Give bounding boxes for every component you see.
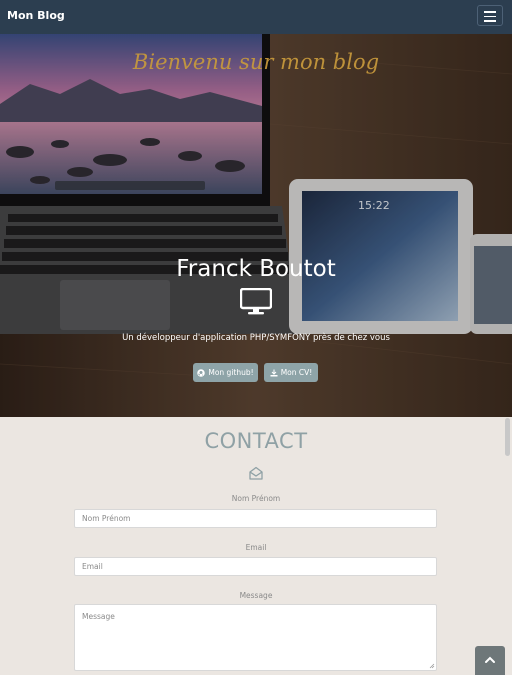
brand-link[interactable]: Mon Blog: [7, 9, 65, 22]
desktop-icon: [240, 288, 272, 315]
navbar: Mon Blog: [0, 0, 512, 34]
contact-title: CONTACT: [204, 429, 308, 453]
hamburger-icon: [484, 11, 496, 13]
github-button-label: Mon github!: [208, 368, 254, 377]
chevron-up-icon: [485, 656, 495, 663]
name-placeholder: Nom Prénom: [82, 514, 131, 523]
message-placeholder: Message: [82, 612, 115, 621]
scrollbar-thumb[interactable]: [505, 418, 510, 456]
download-icon: [270, 369, 278, 376]
email-input[interactable]: Email: [74, 557, 437, 576]
message-textarea[interactable]: Message: [74, 604, 437, 671]
github-icon: [197, 368, 206, 377]
email-placeholder: Email: [82, 562, 103, 571]
message-label: Message: [239, 591, 273, 600]
cv-button-label: Mon CV!: [280, 368, 313, 377]
welcome-text: Bienvenu sur mon blog: [132, 50, 380, 74]
hero-section: 15:22 Bienvenu sur mon blog Franck Bouto…: [0, 34, 512, 417]
resize-grip-icon[interactable]: [429, 663, 435, 669]
menu-toggle-button[interactable]: [477, 5, 503, 26]
email-label: Email: [245, 543, 267, 552]
scroll-to-top-button[interactable]: [475, 646, 505, 675]
tagline: Un développeur d'application PHP/SYMFONY…: [122, 333, 390, 343]
name-input[interactable]: Nom Prénom: [74, 509, 437, 528]
hero-name: Franck Boutot: [176, 256, 336, 282]
cv-button[interactable]: Mon CV!: [264, 363, 318, 382]
envelope-open-icon: [249, 466, 263, 480]
name-label: Nom Prénom: [231, 494, 281, 503]
github-button[interactable]: Mon github!: [193, 363, 258, 382]
